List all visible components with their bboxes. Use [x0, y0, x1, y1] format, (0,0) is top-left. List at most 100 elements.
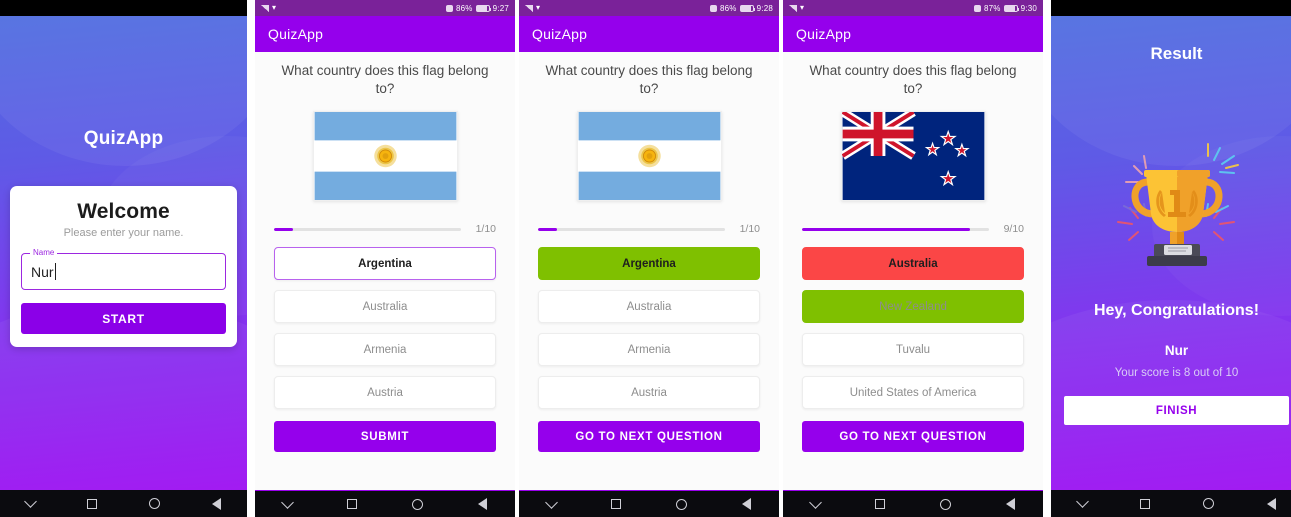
option-button[interactable]: Argentina	[538, 247, 760, 281]
system-nav-bar	[255, 490, 515, 517]
congratulations-text: Hey, Congratulations!	[1093, 302, 1260, 319]
question-text: What country does this flag belong to?	[281, 63, 489, 97]
next-question-button[interactable]: GO TO NEXT QUESTION	[538, 421, 760, 453]
quiz-body: What country does this flag belong to?	[255, 52, 515, 490]
status-bar: ▾ 86% 9:28	[519, 0, 779, 16]
wifi-icon: ▾	[272, 3, 277, 12]
name-input[interactable]: Name Nur	[21, 248, 226, 290]
alarm-icon	[710, 4, 717, 12]
option-button[interactable]: Austria	[274, 376, 496, 410]
answer-options: Argentina Australia Armenia Austria	[538, 247, 760, 410]
back-triangle-icon[interactable]	[212, 497, 221, 510]
back-triangle-icon[interactable]	[1006, 498, 1016, 510]
option-button[interactable]: United States of America	[802, 376, 1024, 410]
option-button[interactable]: New Zealand	[802, 290, 1024, 324]
battery-percent: 87%	[984, 3, 1001, 13]
signal-icon	[261, 4, 269, 12]
alarm-icon	[446, 4, 453, 12]
circle-icon[interactable]	[1202, 498, 1214, 509]
status-bar: ▾ 87% 9:30	[783, 0, 1043, 16]
battery-percent: 86%	[456, 3, 473, 13]
flag-container	[274, 111, 496, 202]
system-nav-bar	[1051, 490, 1291, 517]
app-bar-title: QuizApp	[268, 26, 324, 42]
result-page-title: Result	[1150, 44, 1203, 63]
status-right-icons: 87% 9:30	[974, 4, 1037, 13]
circle-icon[interactable]	[940, 498, 952, 510]
square-icon[interactable]	[874, 499, 885, 509]
chevron-down-icon[interactable]	[544, 495, 558, 509]
square-icon[interactable]	[346, 499, 357, 509]
chevron-down-icon[interactable]	[1075, 495, 1089, 508]
progress-row: 1/10	[538, 223, 760, 235]
bg-blob-bottom	[1051, 300, 1291, 490]
next-question-button[interactable]: GO TO NEXT QUESTION	[802, 421, 1024, 453]
name-input-value: Nur	[31, 263, 54, 280]
progress-label: 1/10	[739, 223, 760, 236]
text-caret	[54, 263, 56, 280]
chevron-down-icon[interactable]	[808, 495, 822, 509]
option-button[interactable]: Armenia	[274, 333, 496, 367]
circle-icon[interactable]	[676, 498, 688, 510]
phone-screen-question-correct: ▾ 86% 9:28 QuizApp What country does thi…	[519, 0, 779, 517]
submit-button[interactable]: SUBMIT	[274, 421, 496, 453]
circle-icon[interactable]	[149, 498, 160, 509]
option-button[interactable]: Australia	[274, 290, 496, 324]
system-nav-bar	[783, 490, 1043, 517]
square-icon[interactable]	[87, 498, 97, 509]
start-button[interactable]: START	[21, 303, 226, 334]
option-button[interactable]: Australia	[538, 290, 760, 324]
welcome-subtitle: Please enter your name.	[63, 227, 184, 239]
progress-row: 1/10	[274, 223, 496, 235]
alarm-icon	[974, 4, 981, 12]
battery-percent: 86%	[720, 3, 737, 13]
status-right-icons: 86% 9:27	[446, 4, 509, 13]
progress-bar	[802, 227, 989, 232]
status-right-icons: 86% 9:28	[710, 4, 773, 13]
trophy-container	[1051, 140, 1291, 280]
status-bar: ▾ 86% 9:27	[255, 0, 515, 16]
app-bar-title: QuizApp	[532, 26, 588, 42]
battery-icon	[1003, 4, 1020, 12]
status-bar	[0, 0, 247, 16]
progress-row: 9/10	[802, 223, 1024, 235]
option-button[interactable]: Tuvalu	[802, 333, 1024, 367]
flag-container	[802, 111, 1024, 202]
square-icon[interactable]	[1139, 498, 1150, 509]
signal-icon	[525, 4, 533, 12]
wifi-icon: ▾	[800, 3, 805, 12]
back-triangle-icon[interactable]	[478, 498, 488, 510]
welcome-card: Welcome Please enter your name. Name Nur…	[10, 186, 237, 347]
chevron-down-icon[interactable]	[280, 495, 294, 509]
app-bar: QuizApp	[783, 16, 1043, 52]
system-nav-bar	[0, 490, 247, 517]
clock-time: 9:30	[1020, 3, 1037, 13]
finish-button[interactable]: FINISH	[1064, 396, 1289, 425]
answer-options: Argentina Australia Armenia Austria	[274, 247, 496, 410]
quiz-body: What country does this flag belong to?	[519, 52, 779, 490]
app-bar: QuizApp	[255, 16, 515, 52]
status-left-icons: ▾	[525, 4, 540, 12]
name-input-label: Name	[30, 248, 58, 257]
progress-label: 1/10	[475, 223, 496, 236]
status-left-icons: ▾	[261, 4, 276, 12]
trophy-icon	[1116, 143, 1239, 266]
option-button[interactable]: Armenia	[538, 333, 760, 367]
option-button[interactable]: Argentina	[274, 247, 496, 281]
clock-time: 9:27	[492, 3, 509, 13]
progress-bar	[274, 227, 461, 232]
argentina-flag-image	[576, 111, 722, 202]
chevron-down-icon[interactable]	[24, 495, 37, 508]
result-score-text: Your score is 8 out of 10	[1114, 367, 1239, 379]
status-bar	[1051, 0, 1291, 16]
option-button[interactable]: Australia	[802, 247, 1024, 281]
option-button[interactable]: Austria	[538, 376, 760, 410]
signal-icon	[789, 4, 797, 12]
app-bar: QuizApp	[519, 16, 779, 52]
answer-options: Australia New Zealand Tuvalu United Stat…	[802, 247, 1024, 410]
phone-screenshot-strip: QuizApp Welcome Please enter your name. …	[0, 0, 1291, 517]
square-icon[interactable]	[610, 499, 621, 509]
back-triangle-icon[interactable]	[1266, 497, 1276, 510]
back-triangle-icon[interactable]	[742, 498, 752, 510]
circle-icon[interactable]	[412, 498, 424, 510]
